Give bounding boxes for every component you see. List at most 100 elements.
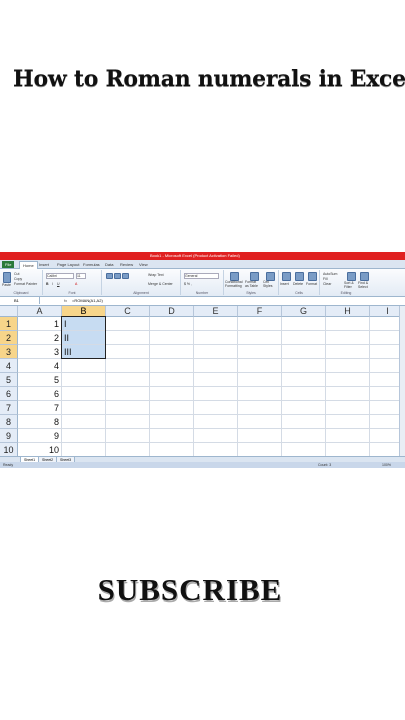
italic-icon[interactable]: I [52,282,53,286]
cell-a5[interactable]: 5 [18,373,62,387]
fill-button[interactable]: Fill [323,277,327,281]
cell-e6[interactable] [194,387,238,401]
tab-insert[interactable]: Insert [36,261,52,268]
cell-b10[interactable] [62,443,106,457]
cell-e7[interactable] [194,401,238,415]
row-header-4[interactable]: 4 [0,359,18,373]
cell-a6[interactable]: 6 [18,387,62,401]
cell-c3[interactable] [106,345,150,359]
cell-g4[interactable] [282,359,326,373]
cell-styles-button[interactable]: Cell Styles [263,280,276,288]
row-header-5[interactable]: 5 [0,373,18,387]
cell-d2[interactable] [150,331,194,345]
cell-f10[interactable] [238,443,282,457]
row-header-8[interactable]: 8 [0,415,18,429]
cell-h9[interactable] [326,429,370,443]
cell-a2[interactable]: 2 [18,331,62,345]
cell-e9[interactable] [194,429,238,443]
tab-data[interactable]: Data [102,261,116,268]
cell-h5[interactable] [326,373,370,387]
cell-f9[interactable] [238,429,282,443]
paste-button[interactable]: Paste [2,283,11,287]
vertical-scrollbar[interactable] [399,306,405,456]
cell-c4[interactable] [106,359,150,373]
find-select-button[interactable]: Find & Select [358,281,371,289]
cell-a9[interactable]: 9 [18,429,62,443]
cell-h6[interactable] [326,387,370,401]
font-size-select[interactable]: 11 [76,273,86,279]
cell-e10[interactable] [194,443,238,457]
cell-a4[interactable]: 4 [18,359,62,373]
align-top-icon[interactable] [106,273,113,279]
bold-icon[interactable]: B [46,282,49,286]
cell-g8[interactable] [282,415,326,429]
cell-f3[interactable] [238,345,282,359]
cell-f6[interactable] [238,387,282,401]
sort-filter-icon[interactable] [347,272,356,281]
merge-center-button[interactable]: Merge & Center [148,282,173,286]
cell-f4[interactable] [238,359,282,373]
cell-h7[interactable] [326,401,370,415]
cell-d5[interactable] [150,373,194,387]
cell-g2[interactable] [282,331,326,345]
cell-f7[interactable] [238,401,282,415]
cell-g6[interactable] [282,387,326,401]
cell-d8[interactable] [150,415,194,429]
column-header-g[interactable]: G [282,306,326,317]
column-header-c[interactable]: C [106,306,150,317]
column-header-b[interactable]: B [62,306,106,317]
cell-h10[interactable] [326,443,370,457]
find-select-icon[interactable] [360,272,369,281]
tab-review[interactable]: Review [117,261,136,268]
format-painter-button[interactable]: Format Painter [14,282,37,286]
cell-c1[interactable] [106,317,150,331]
column-header-d[interactable]: D [150,306,194,317]
cell-c7[interactable] [106,401,150,415]
cell-c2[interactable] [106,331,150,345]
cell-b9[interactable] [62,429,106,443]
cell-d6[interactable] [150,387,194,401]
cell-c9[interactable] [106,429,150,443]
delete-button[interactable]: Delete [293,282,303,286]
cell-a10[interactable]: 10 [18,443,62,457]
underline-icon[interactable]: U [57,282,60,286]
row-header-1[interactable]: 1 [0,317,18,331]
cell-e1[interactable] [194,317,238,331]
cell-e4[interactable] [194,359,238,373]
column-header-f[interactable]: F [238,306,282,317]
row-header-7[interactable]: 7 [0,401,18,415]
clear-button[interactable]: Clear [323,282,331,286]
cell-h2[interactable] [326,331,370,345]
wrap-text-button[interactable]: Wrap Text [148,273,164,277]
cell-g9[interactable] [282,429,326,443]
cell-g7[interactable] [282,401,326,415]
cell-b7[interactable] [62,401,106,415]
cell-f1[interactable] [238,317,282,331]
autosum-button[interactable]: AutoSum [323,272,337,276]
cell-b5[interactable] [62,373,106,387]
currency-icon[interactable]: $ % , [184,282,192,286]
row-header-3[interactable]: 3 [0,345,18,359]
cell-b1[interactable]: I [62,317,106,331]
cell-g1[interactable] [282,317,326,331]
font-color-icon[interactable]: A [75,282,77,286]
insert-function-icon[interactable]: fx [64,297,67,304]
cell-d10[interactable] [150,443,194,457]
cell-e8[interactable] [194,415,238,429]
delete-cells-icon[interactable] [295,272,304,281]
sort-filter-button[interactable]: Sort & Filter [344,281,356,289]
worksheet-grid[interactable]: A B C D E F G H I 1 1 I 2 2 II 3 3 III 4 4 5 5 6 6 7 7 8 8 9 9 10 10 [0,306,405,457]
format-button[interactable]: Format [306,282,317,286]
tab-home[interactable]: Home [19,261,38,269]
align-bottom-icon[interactable] [122,273,129,279]
cell-b6[interactable] [62,387,106,401]
cell-d1[interactable] [150,317,194,331]
cell-d7[interactable] [150,401,194,415]
column-header-a[interactable]: A [18,306,62,317]
cell-d9[interactable] [150,429,194,443]
cell-b8[interactable] [62,415,106,429]
tab-page-layout[interactable]: Page Layout [54,261,82,268]
format-cells-icon[interactable] [308,272,317,281]
conditional-formatting-button[interactable]: Conditional Formatting [225,280,243,288]
row-header-9[interactable]: 9 [0,429,18,443]
